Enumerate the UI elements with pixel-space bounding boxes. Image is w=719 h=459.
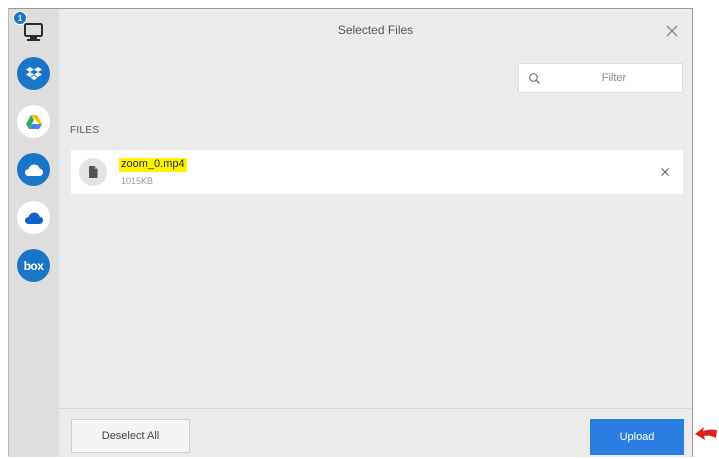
dialog-title: Selected Files xyxy=(337,23,414,37)
close-button[interactable] xyxy=(662,21,682,41)
filter-input[interactable] xyxy=(541,71,687,85)
file-size: 1015KB xyxy=(121,176,154,186)
sidebar-item-dropbox[interactable] xyxy=(17,57,50,90)
dropbox-icon xyxy=(25,66,42,80)
search-icon xyxy=(528,71,541,85)
onedrive-icon xyxy=(24,212,43,224)
close-icon xyxy=(666,25,678,37)
sidebar-item-google-drive[interactable] xyxy=(17,105,50,138)
filter-box xyxy=(518,63,687,93)
sidebar-item-onedrive-business[interactable] xyxy=(17,201,50,234)
sidebar-item-onedrive[interactable] xyxy=(17,153,50,186)
dialog-header: Selected Files xyxy=(59,9,692,51)
remove-file-button[interactable] xyxy=(657,164,673,180)
onedrive-icon xyxy=(24,164,43,176)
box-icon: box xyxy=(23,258,44,273)
dialog-footer: Deselect All Upload xyxy=(59,408,692,457)
file-picker-dialog: 1 box Selected Files Filter FILES zoom_0… xyxy=(8,8,693,457)
service-sidebar: 1 box xyxy=(9,9,59,457)
deselect-all-button[interactable]: Deselect All xyxy=(71,419,190,453)
sidebar-item-box[interactable]: box xyxy=(17,249,50,282)
files-heading: FILES xyxy=(70,125,100,136)
main-panel: Selected Files FILES xyxy=(59,9,692,457)
upload-button[interactable]: Upload xyxy=(590,419,684,455)
notification-badge: 1 xyxy=(13,11,27,25)
close-icon xyxy=(661,168,669,176)
sidebar-item-computer[interactable]: 1 xyxy=(13,11,50,48)
file-name: zoom_0.mp4 xyxy=(119,158,187,172)
file-list-item[interactable]: zoom_0.mp4 1015KB xyxy=(71,150,683,194)
file-icon xyxy=(79,158,107,186)
google-drive-icon xyxy=(25,114,42,129)
annotation-arrow-icon xyxy=(695,427,717,440)
